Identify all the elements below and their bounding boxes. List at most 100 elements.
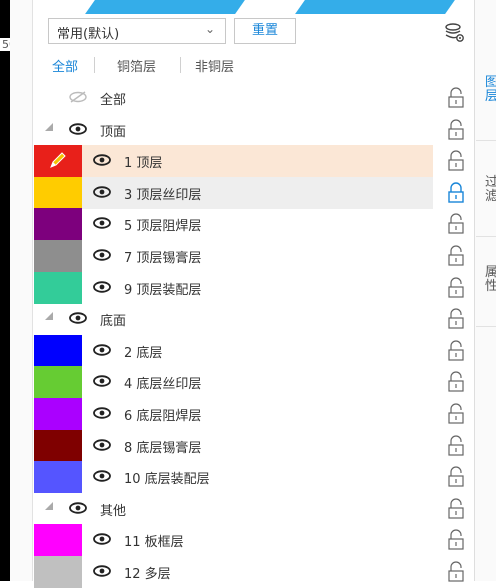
- layer-label: 全部: [100, 93, 127, 108]
- unlock-icon[interactable]: [446, 245, 466, 267]
- layer-row[interactable]: 12 多层: [34, 556, 433, 588]
- eye-icon[interactable]: [92, 153, 112, 167]
- unlock-icon[interactable]: [446, 308, 466, 330]
- layer-label: 12 多层: [124, 567, 171, 582]
- layer-row[interactable]: 3 顶层丝印层: [34, 177, 433, 209]
- layer-color-swatch[interactable]: [34, 145, 82, 177]
- layer-color-swatch[interactable]: [34, 335, 82, 367]
- layer-row[interactable]: 9 顶层装配层: [34, 272, 433, 304]
- unlock-icon[interactable]: [446, 87, 466, 109]
- eye-icon[interactable]: [68, 311, 88, 325]
- layer-color-swatch[interactable]: [34, 240, 82, 272]
- unlock-icon[interactable]: [446, 561, 466, 583]
- eye-icon[interactable]: [68, 501, 88, 515]
- ruler-bar: [0, 0, 10, 581]
- layer-color-swatch[interactable]: [34, 177, 82, 209]
- unlock-icon[interactable]: [446, 435, 466, 457]
- layer-row[interactable]: 1 顶层: [34, 145, 433, 177]
- layer-label: 3 顶层丝印层: [124, 188, 202, 203]
- layer-label: 10 底层装配层: [124, 472, 210, 487]
- eye-icon[interactable]: [92, 469, 112, 483]
- layer-label: 4 底层丝印层: [124, 377, 202, 392]
- tab-all[interactable]: 全部: [52, 56, 78, 75]
- layer-manager-icon[interactable]: [444, 22, 466, 44]
- layer-label: 7 顶层锡膏层: [124, 251, 202, 266]
- layer-color-swatch[interactable]: [34, 208, 82, 240]
- eye-icon[interactable]: [92, 343, 112, 357]
- side-tab-filter[interactable]: 过滤: [485, 176, 496, 204]
- eye-icon[interactable]: [92, 374, 112, 388]
- layer-color-swatch[interactable]: [34, 430, 82, 462]
- tab-separator: [180, 57, 181, 73]
- pencil-icon: [50, 152, 66, 168]
- layer-label: 顶面: [100, 125, 127, 140]
- layer-row[interactable]: 11 板框层: [34, 524, 433, 556]
- collapse-triangle-icon[interactable]: [44, 311, 54, 321]
- layer-group-row[interactable]: 其他: [34, 493, 433, 525]
- layer-label: 2 底层: [124, 346, 163, 361]
- eye-icon[interactable]: [92, 564, 112, 578]
- unlock-icon[interactable]: [446, 498, 466, 520]
- unlock-icon[interactable]: [446, 119, 466, 141]
- header-decoration-left: [85, 0, 245, 14]
- layer-color-swatch[interactable]: [34, 556, 82, 588]
- layer-preset-select[interactable]: 常用(默认) ⌄: [48, 18, 226, 44]
- all-layers-row[interactable]: 全部: [34, 82, 433, 114]
- layer-label: 8 底层锡膏层: [124, 441, 202, 456]
- tab-copper-layers[interactable]: 铜箔层: [117, 56, 156, 75]
- unlock-icon[interactable]: [446, 371, 466, 393]
- side-tab-divider: [476, 326, 496, 327]
- eye-icon[interactable]: [92, 438, 112, 452]
- layer-row[interactable]: 4 底层丝印层: [34, 366, 433, 398]
- tab-non-copper-layers[interactable]: 非铜层: [195, 56, 234, 75]
- unlock-icon[interactable]: [446, 213, 466, 235]
- reset-button[interactable]: 重置: [234, 18, 296, 44]
- chevron-down-icon: ⌄: [204, 22, 215, 36]
- side-tab-divider: [476, 140, 496, 141]
- layer-label: 11 板框层: [124, 535, 184, 550]
- layer-color-swatch[interactable]: [34, 398, 82, 430]
- left-gutter: [10, 0, 33, 581]
- layer-row[interactable]: 5 顶层阻焊层: [34, 208, 433, 240]
- layer-label: 其他: [100, 504, 127, 519]
- layer-color-swatch[interactable]: [34, 366, 82, 398]
- layer-row[interactable]: 2 底层: [34, 335, 433, 367]
- right-side-panel: 图层 过滤 属性: [475, 0, 496, 581]
- unlock-icon[interactable]: [446, 466, 466, 488]
- eye-icon[interactable]: [92, 406, 112, 420]
- layer-row[interactable]: 10 底层装配层: [34, 461, 433, 493]
- collapse-triangle-icon[interactable]: [44, 501, 54, 511]
- unlock-icon[interactable]: [446, 529, 466, 551]
- side-tab-properties[interactable]: 属性: [485, 266, 496, 294]
- eye-hidden-icon[interactable]: [68, 90, 88, 104]
- eye-icon[interactable]: [92, 280, 112, 294]
- header-decoration-right: [295, 0, 455, 14]
- layer-color-swatch[interactable]: [34, 524, 82, 556]
- side-tab-layers[interactable]: 图层: [485, 76, 496, 104]
- layer-label: 5 顶层阻焊层: [124, 219, 202, 234]
- tab-separator: [94, 57, 95, 73]
- unlock-icon[interactable]: [446, 277, 466, 299]
- unlock-icon[interactable]: [446, 403, 466, 425]
- collapse-triangle-icon[interactable]: [44, 122, 54, 132]
- side-tab-divider: [476, 236, 496, 237]
- layer-color-swatch[interactable]: [34, 461, 82, 493]
- eye-icon[interactable]: [92, 532, 112, 546]
- layer-label: 9 顶层装配层: [124, 283, 202, 298]
- layer-group-row[interactable]: 底面: [34, 303, 433, 335]
- eye-icon[interactable]: [92, 248, 112, 262]
- layer-row[interactable]: 8 底层锡膏层: [34, 430, 433, 462]
- layer-row[interactable]: 6 底层阻焊层: [34, 398, 433, 430]
- eye-icon[interactable]: [68, 122, 88, 136]
- preset-value: 常用(默认): [57, 27, 120, 42]
- lock-icon[interactable]: [446, 182, 466, 204]
- layer-label: 底面: [100, 314, 127, 329]
- eye-icon[interactable]: [92, 216, 112, 230]
- layer-row[interactable]: 7 顶层锡膏层: [34, 240, 433, 272]
- layer-color-swatch[interactable]: [34, 272, 82, 304]
- unlock-icon[interactable]: [446, 150, 466, 172]
- unlock-icon[interactable]: [446, 340, 466, 362]
- layer-label: 1 顶层: [124, 156, 163, 171]
- eye-icon[interactable]: [92, 185, 112, 199]
- layer-group-row[interactable]: 顶面: [34, 114, 433, 146]
